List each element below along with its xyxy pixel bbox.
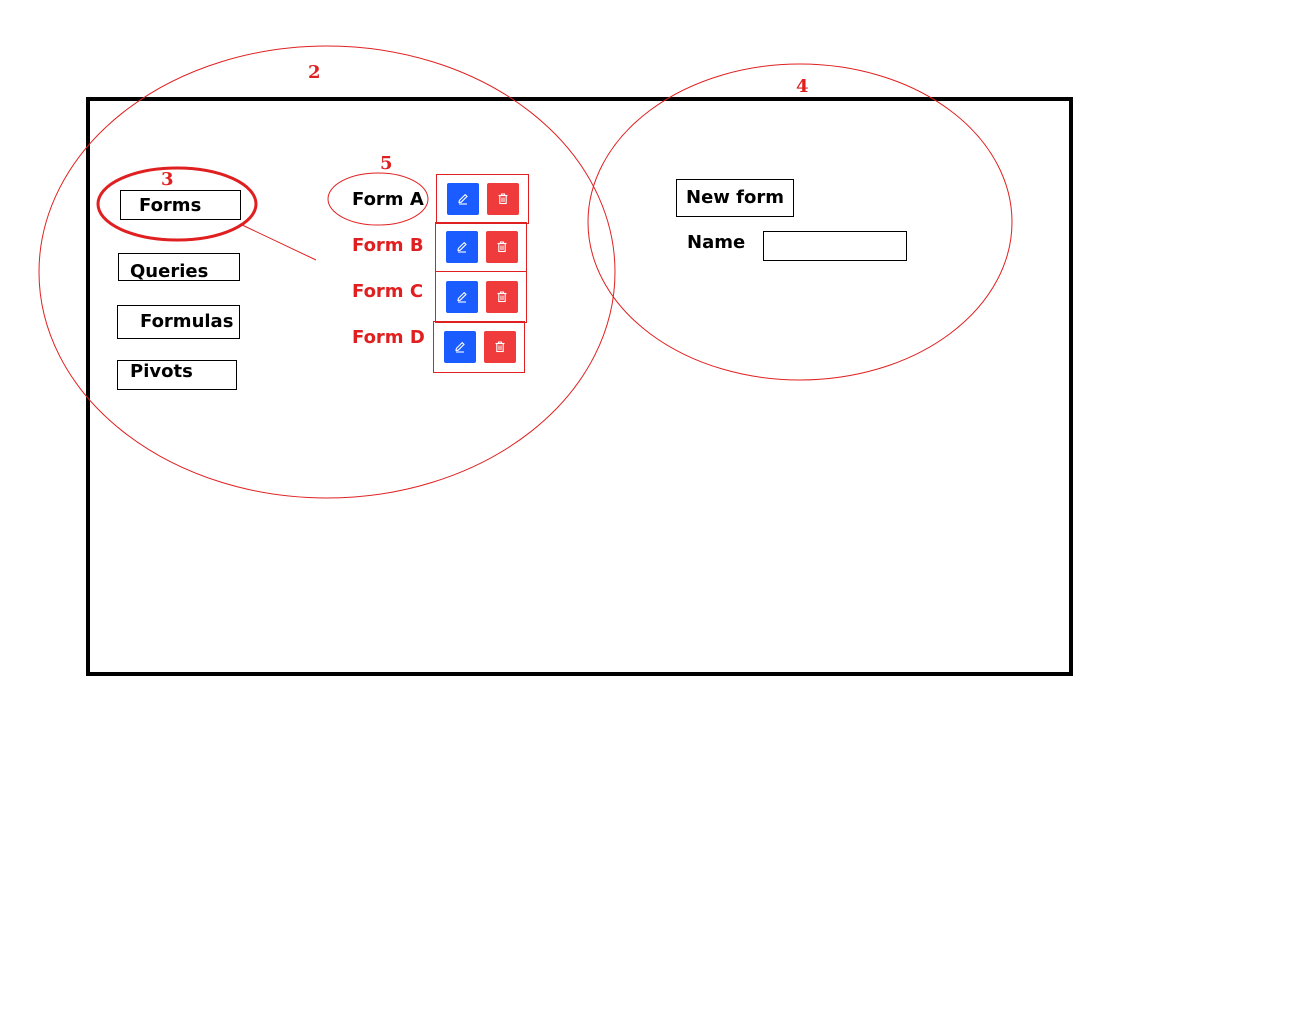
trash-icon [497, 241, 507, 253]
form-list-item-b[interactable]: Form B [352, 235, 424, 256]
nav-formulas-button[interactable]: Formulas [117, 305, 240, 339]
pencil-icon [457, 241, 467, 253]
nav-queries-label: Queries [130, 261, 209, 282]
annotation-number-5: 5 [380, 153, 393, 174]
new-form-title: New form [676, 179, 794, 217]
form-list-item-a[interactable]: Form A [352, 189, 424, 210]
annotation-number-2: 2 [308, 62, 321, 83]
nav-pivots-button[interactable]: Pivots [117, 360, 237, 390]
edit-form-b-button[interactable] [446, 231, 478, 263]
form-list-item-d[interactable]: Form D [352, 327, 425, 348]
form-d-actions [433, 321, 525, 373]
nav-pivots-label: Pivots [130, 361, 193, 382]
delete-form-d-button[interactable] [484, 331, 516, 363]
form-a-actions [436, 174, 529, 224]
nav-forms-label: Forms [139, 195, 202, 216]
nav-queries-button[interactable]: Queries [118, 253, 240, 281]
form-list-item-c[interactable]: Form C [352, 281, 423, 302]
pencil-icon [457, 291, 467, 303]
delete-form-b-button[interactable] [486, 231, 518, 263]
edit-form-a-button[interactable] [447, 183, 479, 215]
delete-form-a-button[interactable] [487, 183, 519, 215]
pencil-icon [458, 193, 468, 205]
trash-icon [497, 291, 507, 303]
annotation-number-3: 3 [161, 169, 174, 190]
pencil-icon [455, 341, 465, 353]
edit-form-c-button[interactable] [446, 281, 478, 313]
trash-icon [498, 193, 508, 205]
form-b-actions [435, 222, 527, 272]
name-input[interactable] [763, 231, 907, 261]
name-label: Name [687, 232, 746, 253]
nav-formulas-label: Formulas [140, 311, 234, 332]
delete-form-c-button[interactable] [486, 281, 518, 313]
annotation-number-4: 4 [796, 76, 809, 97]
edit-form-d-button[interactable] [444, 331, 476, 363]
form-c-actions [435, 271, 527, 323]
nav-forms-button[interactable]: Forms [120, 190, 241, 220]
trash-icon [495, 341, 505, 353]
